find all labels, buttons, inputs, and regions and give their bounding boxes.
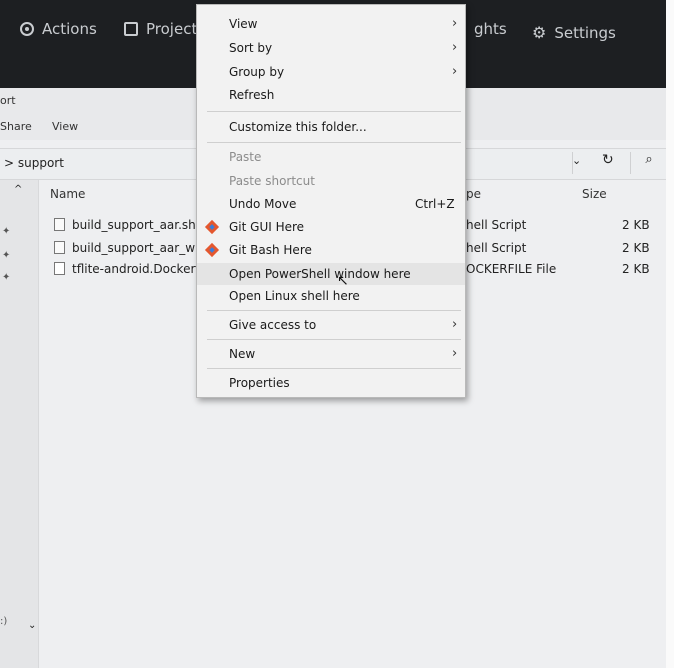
menu-item-paste: Paste xyxy=(197,146,465,168)
file-size: 2 KB xyxy=(622,241,650,255)
search-icon[interactable]: ⌕ xyxy=(630,152,666,174)
menu-separator xyxy=(207,310,461,311)
photo-margin xyxy=(666,0,674,668)
refresh-icon[interactable]: ↻ xyxy=(602,152,614,168)
scroll-down-icon[interactable]: ⌄ xyxy=(28,620,36,631)
menu-item-paste-shortcut: Paste shortcut xyxy=(197,170,465,192)
context-menu: View › Sort by › Group by › Refresh Cust… xyxy=(196,4,466,398)
pin-icon: ✦ xyxy=(2,250,11,261)
play-circle-icon xyxy=(20,22,34,36)
menu-item-label: Open PowerShell window here xyxy=(229,267,411,281)
actions-tab[interactable]: Actions xyxy=(20,20,97,38)
menu-item-label: Undo Move xyxy=(229,197,297,211)
menu-item-new[interactable]: New › xyxy=(197,343,465,365)
menu-item-label: Sort by xyxy=(229,41,273,55)
column-name[interactable]: Name xyxy=(50,187,85,201)
menu-separator xyxy=(207,368,461,369)
menu-item-refresh[interactable]: Refresh xyxy=(197,84,465,106)
pin-icon: ✦ xyxy=(2,226,11,237)
window-title: ort xyxy=(0,94,16,107)
menu-item-open-powershell[interactable]: Open PowerShell window here ↖ xyxy=(197,263,465,289)
menu-item-label: Git Bash Here xyxy=(229,243,312,257)
chevron-right-icon: › xyxy=(452,64,458,79)
menu-item-label: Paste shortcut xyxy=(229,174,315,188)
column-type[interactable]: pe xyxy=(466,187,481,201)
menu-item-label: Properties xyxy=(229,376,290,390)
chevron-right-icon: › xyxy=(452,317,458,332)
menu-separator xyxy=(207,142,461,143)
menu-item-label: Customize this folder... xyxy=(229,120,367,134)
menu-item-sort-by[interactable]: Sort by › xyxy=(197,37,465,59)
projects-tab[interactable]: Project xyxy=(124,20,197,38)
document-file-icon xyxy=(54,262,65,275)
screen: Actions Project ghts ⚙ Settings ort Shar… xyxy=(0,0,666,668)
keyboard-shortcut: Ctrl+Z xyxy=(415,197,455,211)
menu-item-give-access[interactable]: Give access to › xyxy=(197,314,465,336)
menu-item-label: View xyxy=(229,17,258,31)
menu-separator xyxy=(207,111,461,112)
menu-item-label: Give access to xyxy=(229,318,317,332)
settings-tab[interactable]: ⚙ Settings xyxy=(532,24,616,42)
menu-item-label: Group by xyxy=(229,65,285,79)
file-size: 2 KB xyxy=(622,262,650,276)
file-size: 2 KB xyxy=(622,218,650,232)
gear-icon: ⚙ xyxy=(532,23,547,42)
menu-item-label: Open Linux shell here xyxy=(229,289,360,303)
scroll-up-icon[interactable]: ^ xyxy=(14,184,22,195)
menu-item-view[interactable]: View › xyxy=(197,13,465,35)
chevron-right-icon: › xyxy=(452,40,458,55)
share-tab[interactable]: Share xyxy=(0,120,32,133)
file-name: tflite-android.Dockerfil xyxy=(72,262,207,276)
projects-label: Project xyxy=(146,20,198,38)
chevron-down-icon[interactable]: ⌄ xyxy=(572,154,581,167)
file-type: hell Script xyxy=(466,241,527,255)
menu-item-git-gui[interactable]: Git GUI Here xyxy=(197,216,465,238)
settings-label: Settings xyxy=(554,24,616,42)
git-icon xyxy=(204,219,220,235)
menu-item-label: Git GUI Here xyxy=(229,220,305,234)
file-type: hell Script xyxy=(466,218,527,232)
actions-label: Actions xyxy=(42,20,97,38)
menu-separator xyxy=(207,339,461,340)
file-name: build_support_aar_with xyxy=(72,241,211,255)
nav-pane-fragment: :) xyxy=(0,616,8,627)
view-tab[interactable]: View xyxy=(52,120,78,133)
script-file-icon xyxy=(54,241,65,254)
menu-item-label: New xyxy=(229,347,256,361)
file-type: OCKERFILE File xyxy=(466,262,557,276)
project-board-icon xyxy=(124,22,138,36)
navigation-pane[interactable]: ^ ✦ ✦ ✦ ⌄ xyxy=(0,180,39,668)
script-file-icon xyxy=(54,218,65,231)
column-size[interactable]: Size xyxy=(582,187,607,201)
menu-item-open-linux-shell[interactable]: Open Linux shell here xyxy=(197,285,465,307)
file-name: build_support_aar.sh xyxy=(72,218,196,232)
pin-icon: ✦ xyxy=(2,272,11,283)
menu-item-properties[interactable]: Properties xyxy=(197,372,465,394)
chevron-right-icon: › xyxy=(452,16,458,31)
breadcrumb[interactable]: > support xyxy=(4,156,64,170)
chevron-right-icon: › xyxy=(452,346,458,361)
menu-item-customize-folder[interactable]: Customize this folder... xyxy=(197,116,465,138)
menu-item-git-bash[interactable]: Git Bash Here xyxy=(197,239,465,261)
menu-item-undo-move[interactable]: Undo Move Ctrl+Z xyxy=(197,193,465,215)
menu-item-label: Refresh xyxy=(229,88,275,102)
menu-item-label: Paste xyxy=(229,150,262,164)
insights-tab[interactable]: ghts xyxy=(474,20,507,38)
menu-item-group-by[interactable]: Group by › xyxy=(197,61,465,83)
insights-label: ghts xyxy=(474,20,507,38)
git-icon xyxy=(204,242,220,258)
